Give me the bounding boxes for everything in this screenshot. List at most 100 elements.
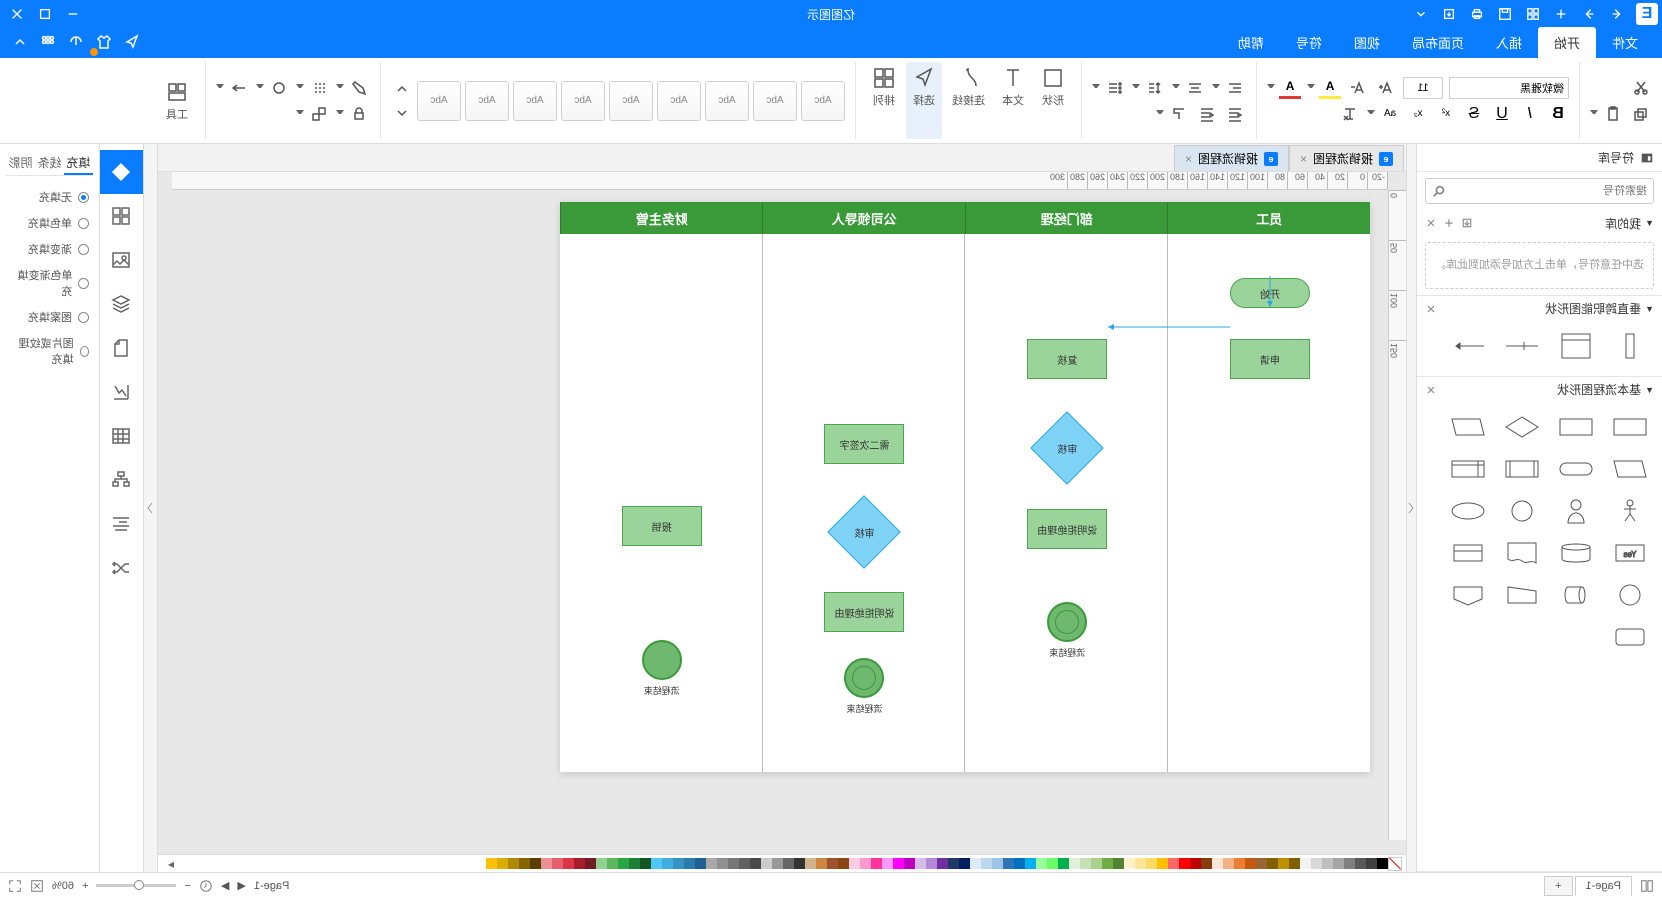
style-preset[interactable]: Abc [465,81,509,121]
color-swatch[interactable] [1080,858,1091,869]
symbol-search-input[interactable] [1450,185,1647,197]
color-swatch[interactable] [849,858,860,869]
color-swatch[interactable] [1047,858,1058,869]
color-swatch[interactable] [1025,858,1036,869]
color-swatch[interactable] [1245,858,1256,869]
color-swatch[interactable] [1234,858,1245,869]
menu-help[interactable]: 帮助 [1222,27,1280,58]
menu-symbols[interactable]: 符号 [1280,27,1338,58]
shape-manual-input[interactable] [1498,577,1546,613]
more-down-icon[interactable] [1408,1,1434,27]
color-swatch[interactable] [1377,858,1388,869]
color-swatch[interactable] [893,858,904,869]
color-swatch[interactable] [1344,858,1355,869]
mylib-section-head[interactable]: ▼ 我的库 [1417,210,1662,236]
save-icon[interactable] [1492,1,1518,27]
color-swatch[interactable] [1289,858,1300,869]
zoom-in-button[interactable]: + [82,880,88,892]
strip-shuffle-icon[interactable] [100,546,144,590]
shape-actor[interactable] [1606,493,1654,529]
shape-circle[interactable] [1498,493,1546,529]
fit-page-icon[interactable] [30,879,44,893]
node-reimburse[interactable]: 报销 [622,506,702,546]
canvas-inner[interactable]: 员工 部门经理 公司领导人 财务主管 开始 申请 复核 审核 说明 [172,190,1388,840]
color-swatch[interactable] [1146,858,1157,869]
node-review[interactable]: 复核 [1027,339,1107,379]
node-check[interactable]: 审核 [1041,422,1093,474]
lane-finance[interactable]: 报销 流程结束 [560,234,762,772]
strip-org-icon[interactable] [100,458,144,502]
lane-leader[interactable]: 需二次签字 审核 说明拒绝理由 流程结束 [762,234,965,772]
shape-ellipse[interactable] [1444,493,1492,529]
align-h-icon[interactable] [1224,77,1246,99]
shape-document[interactable] [1498,535,1546,571]
page-layout-icon[interactable] [1640,879,1654,893]
style-preset[interactable]: Abc [561,81,605,121]
color-swatch[interactable] [816,858,827,869]
strip-table-icon[interactable] [100,414,144,458]
color-swatch[interactable] [640,858,651,869]
node-second-sign[interactable]: 需二次签字 [825,424,905,464]
color-swatch[interactable] [1157,858,1168,869]
shape-tool-button[interactable]: 形状 [1035,62,1071,139]
color-swatch[interactable] [739,858,750,869]
color-swatch[interactable] [772,858,783,869]
canvas-scroll[interactable]: -200204060801001201401601802002202402602… [158,172,1406,854]
strike-icon[interactable]: S [1463,103,1485,125]
color-swatch[interactable] [1311,858,1322,869]
lane-header[interactable]: 部门经理 [965,202,1168,234]
strip-grid-icon[interactable] [100,194,144,238]
chevron-down-icon[interactable] [1172,84,1180,92]
line-style-icon[interactable] [308,77,330,99]
chevron-down-icon[interactable] [1092,84,1100,92]
color-swatch[interactable] [761,858,772,869]
shape-internal-storage[interactable] [1444,451,1492,487]
font-size-input[interactable] [1403,77,1443,99]
indent-right-icon[interactable] [1196,103,1218,125]
color-swatch[interactable] [838,858,849,869]
color-swatch[interactable] [915,858,926,869]
color-swatch[interactable] [750,858,761,869]
palette-more-icon[interactable]: ▸ [162,857,180,871]
font-name-input[interactable] [1449,77,1569,99]
color-swatch[interactable] [497,858,508,869]
color-swatch[interactable] [1267,858,1278,869]
fill-option-pattern[interactable]: 图案填充 [10,304,89,330]
style-preset[interactable]: Abc [753,81,797,121]
color-swatch[interactable] [1036,858,1047,869]
color-swatch[interactable] [1179,858,1190,869]
text-direction-icon[interactable] [1168,103,1190,125]
color-swatch[interactable] [1300,858,1311,869]
lane-header[interactable]: 财务主管 [560,202,763,234]
shape-decision[interactable] [1498,409,1546,445]
chevron-down-icon[interactable] [296,84,304,92]
vertical-lane-head[interactable]: ▼ 垂直跨职能图形状 [1417,296,1662,322]
color-swatch[interactable] [1135,858,1146,869]
strip-align-icon[interactable] [100,502,144,546]
pointer-icon[interactable] [120,30,144,54]
tab-line[interactable]: 线条 [35,150,64,175]
underline-icon[interactable]: U [1491,103,1513,125]
decrease-font-icon[interactable] [1347,77,1369,99]
chevron-down-icon[interactable] [1367,110,1375,118]
minimize-icon[interactable] [60,1,86,27]
style-scroll-down-icon[interactable] [391,102,413,124]
color-swatch[interactable] [926,858,937,869]
color-swatch[interactable] [563,858,574,869]
color-swatch[interactable] [794,858,805,869]
chevron-down-icon[interactable] [216,84,224,92]
superscript-icon[interactable]: x² [1435,103,1457,125]
menu-start[interactable]: 开始 [1538,27,1596,58]
shape-terminator[interactable] [1552,451,1600,487]
add-icon[interactable] [1443,217,1455,229]
no-fill-swatch[interactable] [1388,857,1402,871]
color-swatch[interactable] [1201,858,1212,869]
clear-format-icon[interactable] [1339,103,1361,125]
close-icon[interactable] [4,1,30,27]
close-section-icon[interactable] [1425,384,1437,396]
lane-employee[interactable]: 开始 申请 [1167,234,1370,772]
color-swatch[interactable] [541,858,552,869]
color-swatch[interactable] [992,858,1003,869]
bold-icon[interactable]: B [1547,103,1569,125]
node-end2[interactable] [845,658,885,698]
